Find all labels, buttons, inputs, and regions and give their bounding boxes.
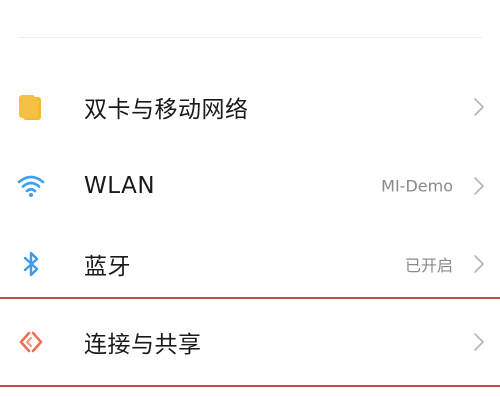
settings-item-dual-sim[interactable]: 双卡与移动网络 bbox=[0, 68, 500, 146]
connection-sharing-icon bbox=[16, 327, 46, 357]
sim-card-icon bbox=[16, 92, 46, 122]
settings-item-label: 蓝牙 bbox=[84, 254, 131, 280]
chevron-right-icon bbox=[472, 175, 486, 197]
settings-item-wlan[interactable]: WLAN MI-Demo bbox=[0, 147, 500, 225]
settings-item-label: WLAN bbox=[84, 173, 156, 199]
chevron-right-icon bbox=[472, 253, 486, 275]
chevron-right-icon bbox=[472, 96, 486, 118]
settings-item-connection-sharing[interactable]: 连接与共享 bbox=[0, 303, 500, 381]
wlan-network-name: MI-Demo bbox=[381, 176, 453, 196]
settings-item-label: 双卡与移动网络 bbox=[84, 97, 249, 123]
chevron-right-icon bbox=[472, 331, 486, 353]
bluetooth-icon bbox=[16, 249, 46, 279]
settings-item-bluetooth[interactable]: 蓝牙 已开启 bbox=[0, 225, 500, 303]
top-divider bbox=[18, 37, 482, 38]
bluetooth-status: 已开启 bbox=[404, 256, 453, 275]
settings-item-label: 连接与共享 bbox=[84, 332, 202, 358]
wifi-icon bbox=[16, 171, 46, 201]
settings-screen: 双卡与移动网络 WLAN MI-Demo 蓝牙 已开启 连接与共享 bbox=[0, 0, 500, 408]
